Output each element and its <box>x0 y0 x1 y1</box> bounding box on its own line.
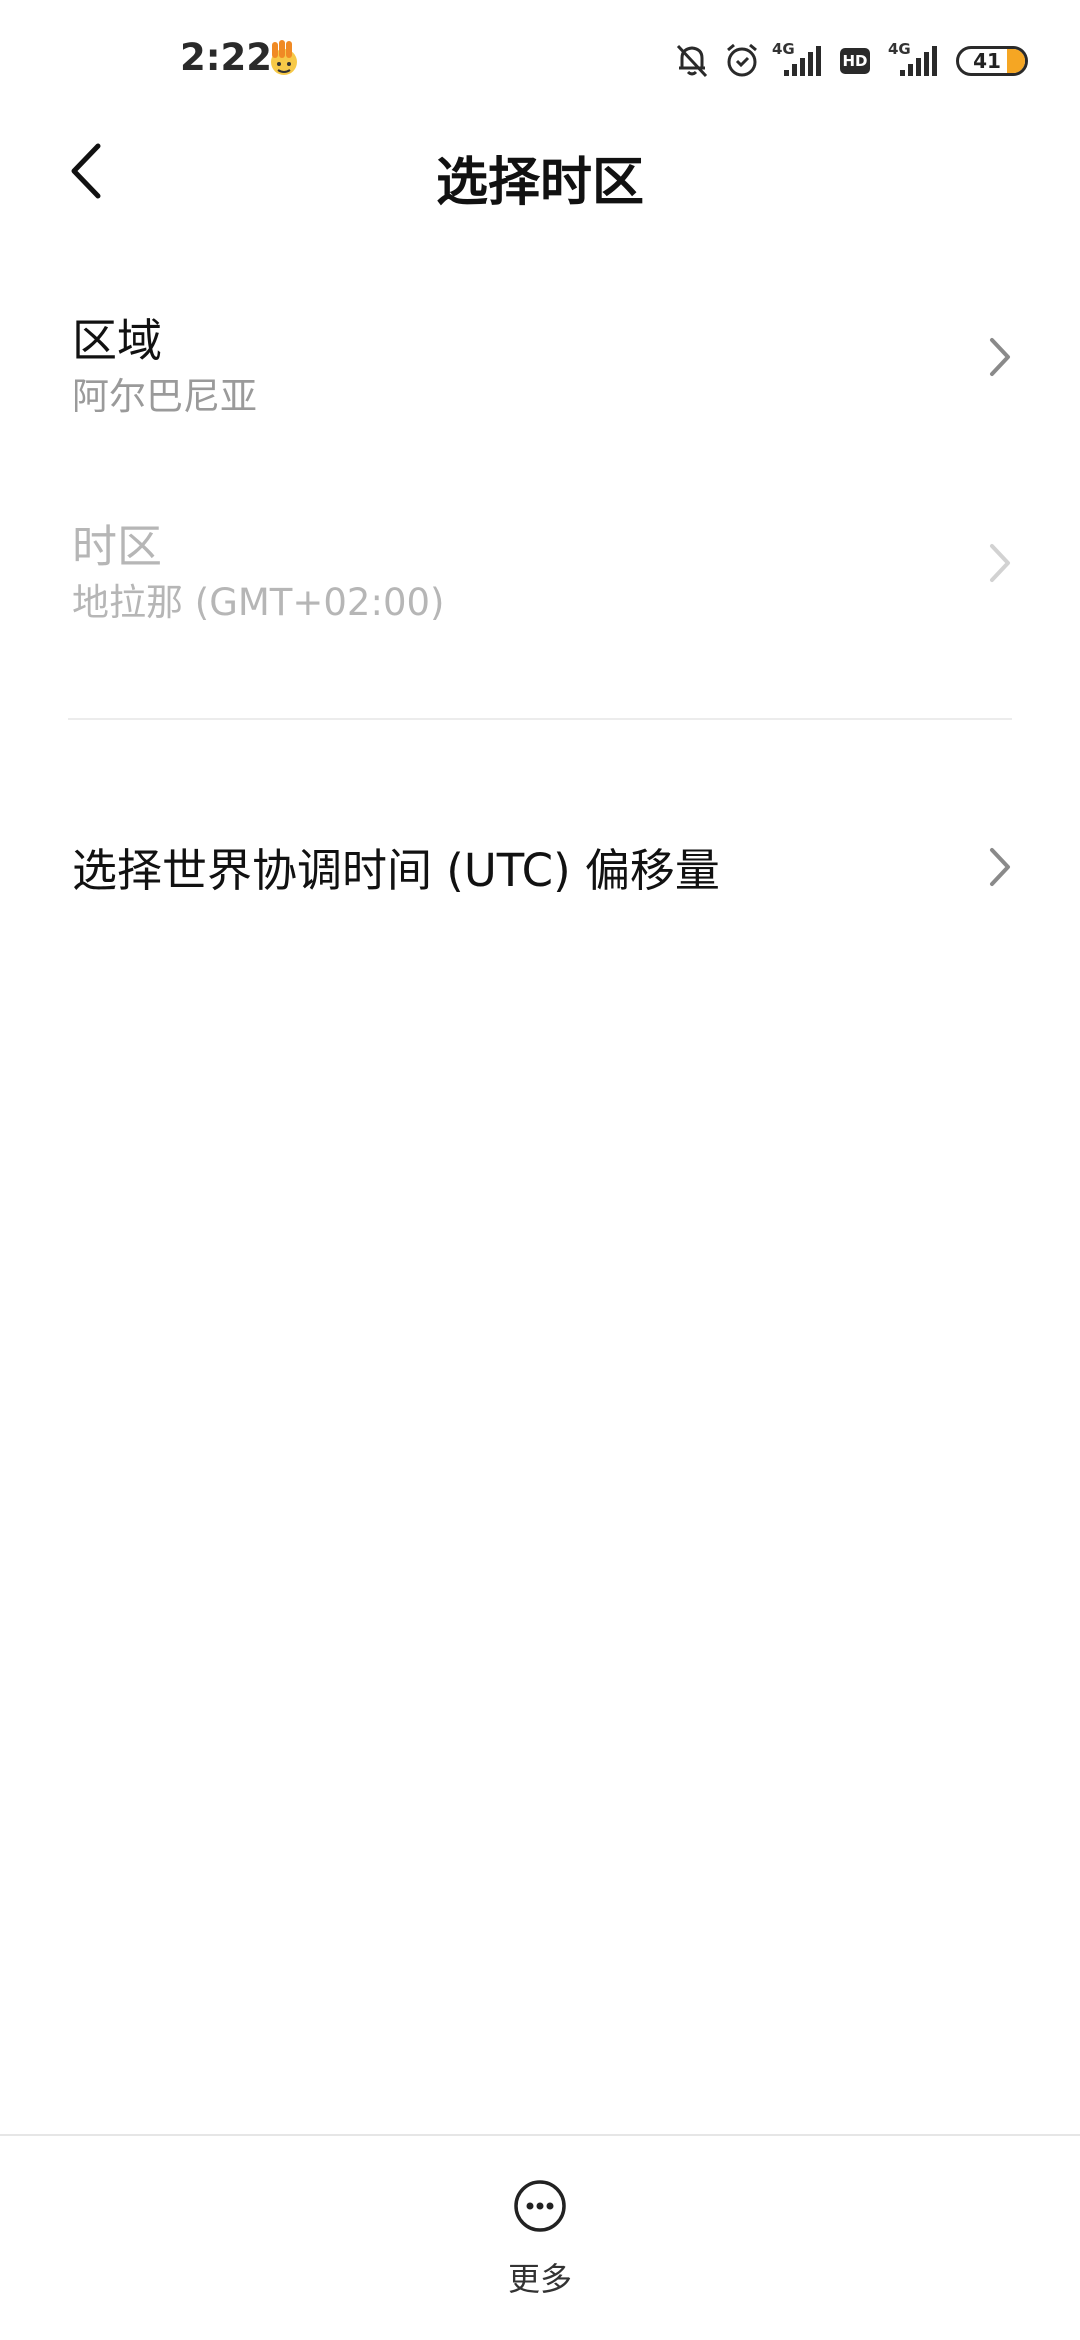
signal-strength-2-icon <box>900 46 937 76</box>
more-label: 更多 <box>507 2260 572 2298</box>
page-title: 选择时区 <box>435 153 644 213</box>
battery-indicator: 41 <box>956 46 1028 76</box>
region-value: 阿尔巴尼亚 <box>72 375 257 418</box>
bottom-action-bar: 更多 <box>0 2134 1080 2340</box>
timezone-title: 时区 <box>72 520 163 573</box>
timezone-row[interactable]: 时区 地拉那 (GMT+02:00) <box>0 496 1080 636</box>
status-bar: 2:22 4G HD 4G 41 <box>0 0 1080 110</box>
chevron-right-icon <box>990 544 1010 582</box>
more-options-icon <box>514 2180 566 2232</box>
chevron-right-icon <box>990 338 1010 376</box>
utc-offset-title: 选择世界协调时间 (UTC) 偏移量 <box>72 844 720 897</box>
signal-strength-icon <box>784 46 821 76</box>
section-divider <box>68 718 1012 720</box>
status-time: 2:22 <box>180 36 273 79</box>
utc-offset-row[interactable]: 选择世界协调时间 (UTC) 偏移量 <box>0 812 1080 922</box>
app-header: 选择时区 <box>0 110 1080 230</box>
battery-level: 41 <box>973 49 1001 73</box>
region-title: 区域 <box>72 314 163 367</box>
bell-muted-icon <box>676 44 708 78</box>
region-row[interactable]: 区域 阿尔巴尼亚 <box>0 290 1080 430</box>
timezone-value: 地拉那 (GMT+02:00) <box>72 581 445 624</box>
chevron-right-icon <box>990 848 1010 886</box>
notification-emoji-icon <box>271 40 297 75</box>
more-button[interactable]: 更多 <box>490 2178 590 2308</box>
alarm-clock-icon <box>727 43 757 77</box>
hd-voice-badge: HD <box>840 48 870 74</box>
